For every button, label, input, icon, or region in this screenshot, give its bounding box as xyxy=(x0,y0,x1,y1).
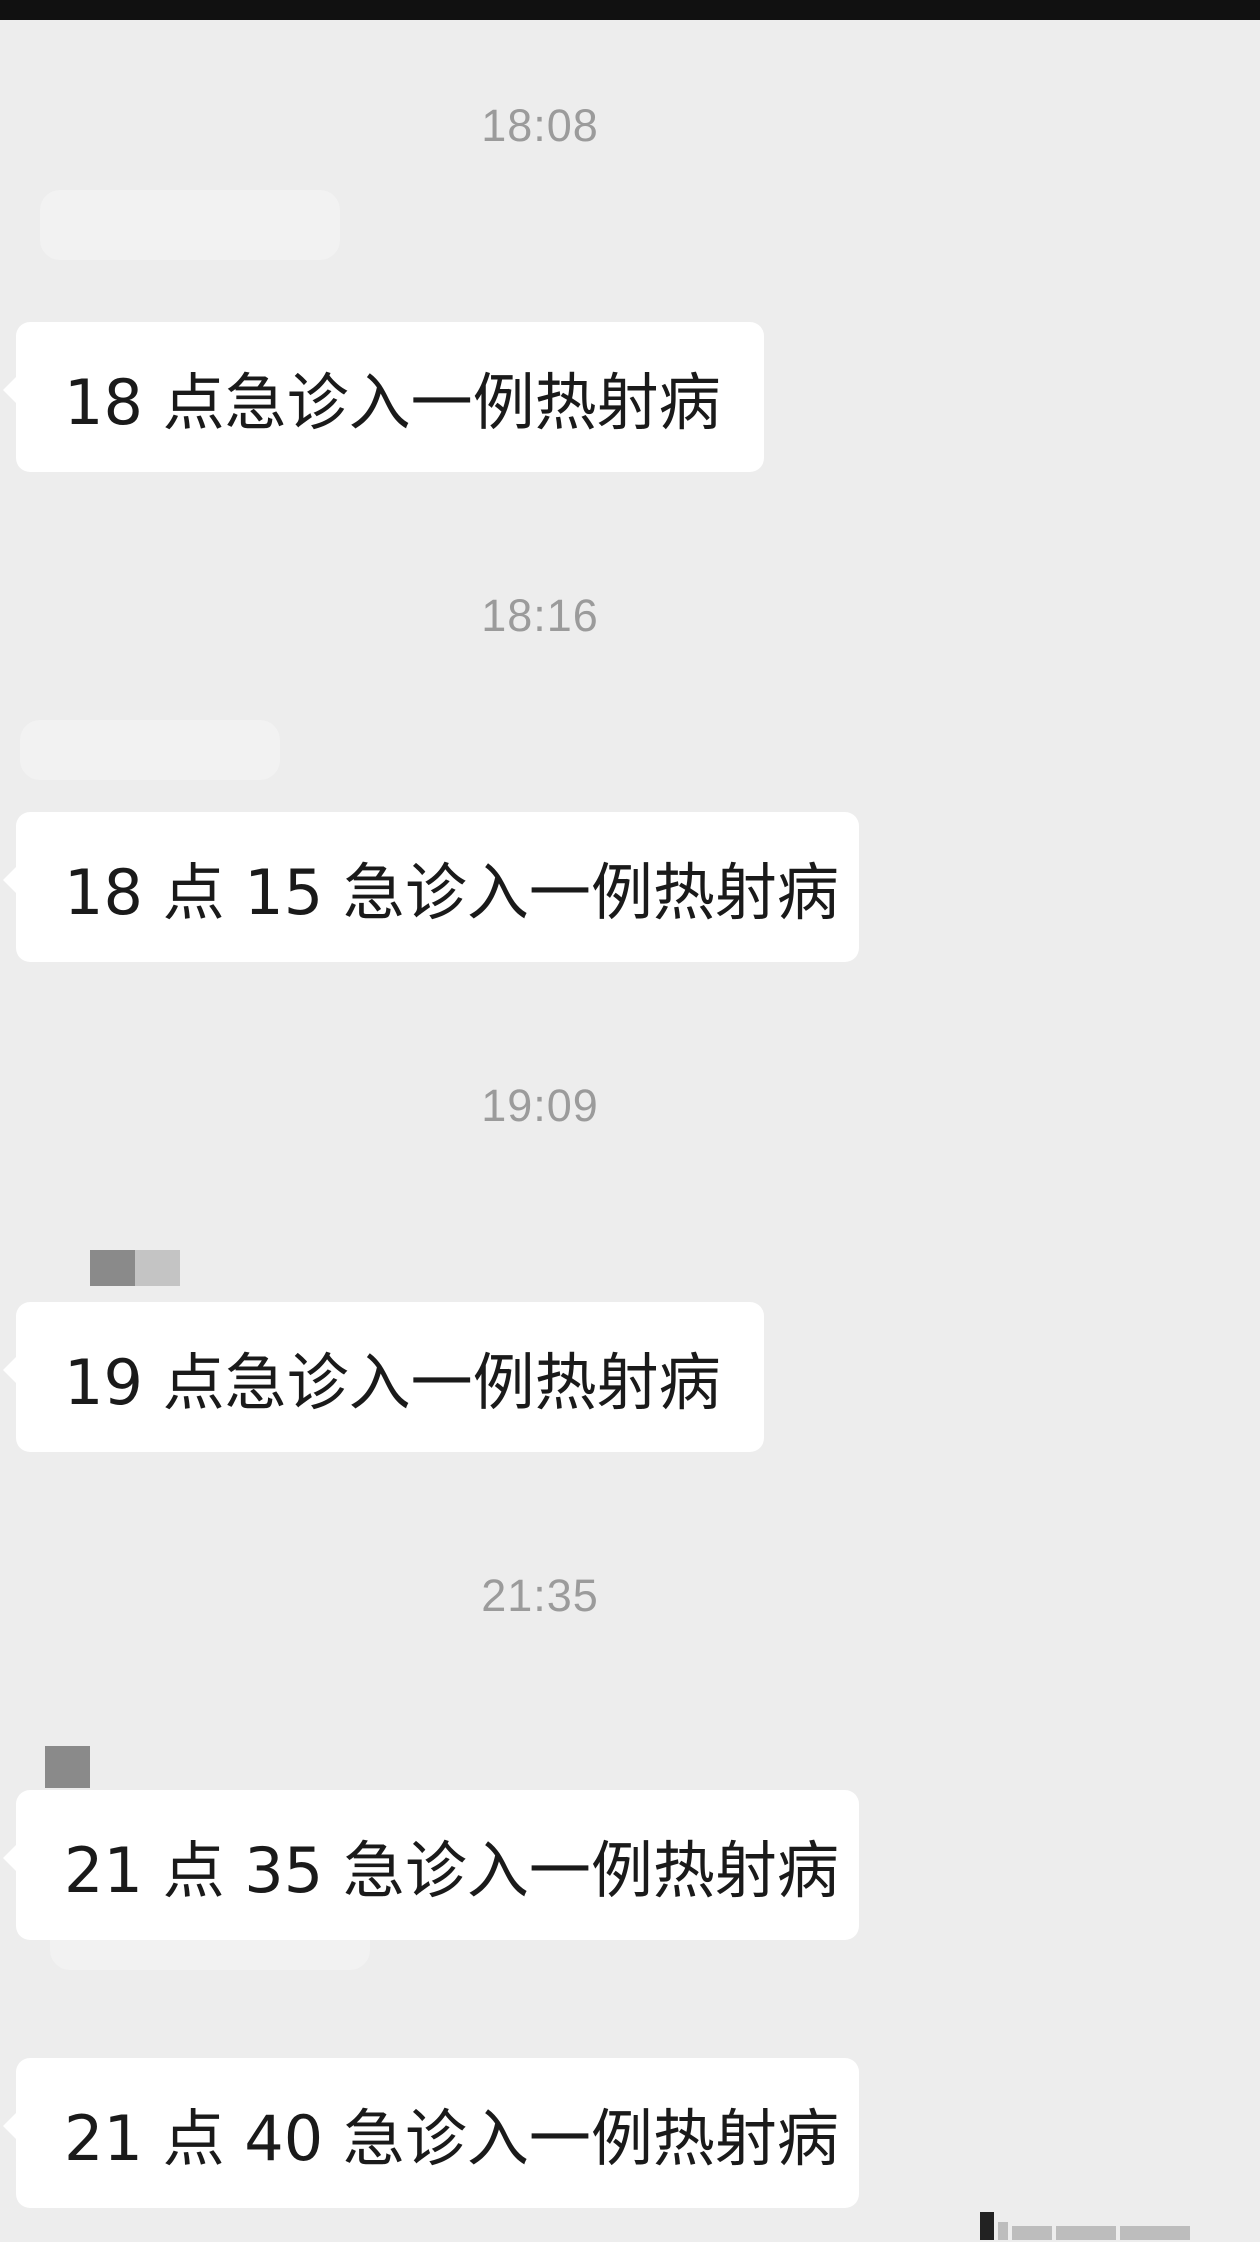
message-bubble[interactable]: 18 点 15 急诊入一例热射病 xyxy=(3,812,859,962)
redacted-sender-name xyxy=(45,1746,90,1788)
message-text: 21 点 40 急诊入一例热射病 xyxy=(64,2102,839,2175)
background-smudge xyxy=(40,190,340,260)
redacted-sender-name xyxy=(135,1250,180,1286)
message-text: 18 点急诊入一例热射病 xyxy=(64,366,721,439)
message-bubble[interactable]: 21 点 35 急诊入一例热射病 xyxy=(3,1790,859,1940)
message-timestamp: 21:35 xyxy=(481,1570,599,1621)
redacted-sender-name xyxy=(90,1250,135,1286)
message-timestamp: 18:16 xyxy=(481,590,599,641)
watermark xyxy=(980,2210,1190,2240)
message-bubble[interactable]: 19 点急诊入一例热射病 xyxy=(3,1302,764,1452)
message-bubble[interactable]: 18 点急诊入一例热射病 xyxy=(3,322,764,472)
message-text: 19 点急诊入一例热射病 xyxy=(64,1346,721,1419)
message-text: 18 点 15 急诊入一例热射病 xyxy=(64,856,839,929)
message-text: 21 点 35 急诊入一例热射病 xyxy=(64,1834,839,1907)
message-bubble[interactable]: 21 点 40 急诊入一例热射病 xyxy=(3,2058,859,2208)
background-smudge xyxy=(20,720,280,780)
message-timestamp: 18:08 xyxy=(481,100,599,151)
message-timestamp: 19:09 xyxy=(481,1080,599,1131)
status-bar xyxy=(0,0,1260,20)
